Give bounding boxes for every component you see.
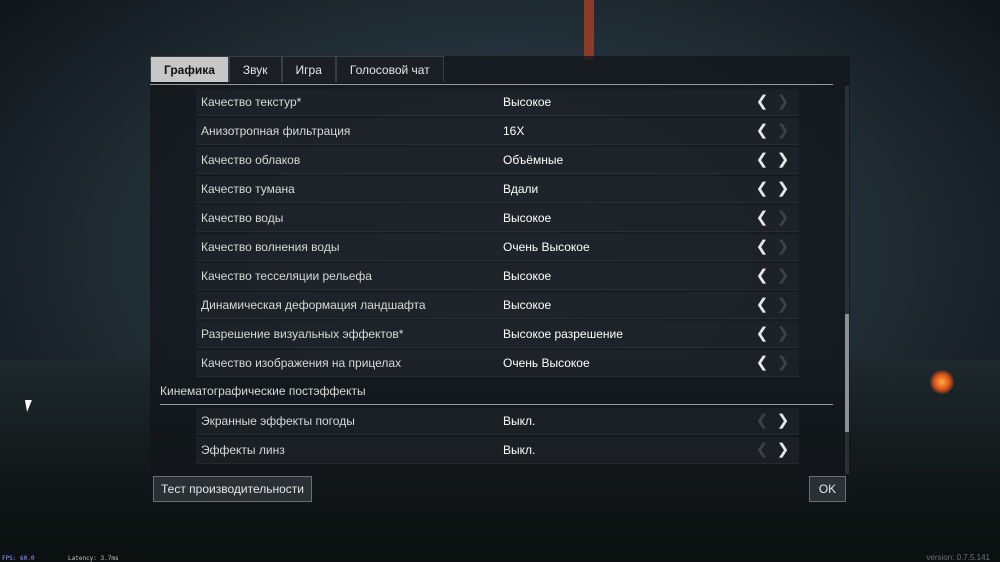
tab-game[interactable]: Игра — [281, 56, 336, 82]
chevron-right-icon: ❯ — [776, 122, 790, 139]
setting-value: Высокое — [503, 211, 552, 225]
campfire — [930, 370, 954, 394]
tab-sound[interactable]: Звук — [228, 56, 282, 82]
setting-label: Качество текстур* — [201, 95, 302, 109]
setting-row-p1[interactable]: Эффекты линз Выкл. ❮ ❯ — [196, 437, 799, 464]
chevron-right-icon: ❯ — [776, 238, 790, 255]
section-divider — [160, 404, 833, 405]
setting-row-g6[interactable]: Качество тесселяции рельефа Высокое ❮ ❯ — [196, 263, 799, 290]
chevron-left-icon: ❮ — [755, 441, 769, 458]
chevron-left-icon[interactable]: ❮ — [753, 208, 771, 228]
setting-value: Высокое — [503, 298, 552, 312]
setting-row-g7[interactable]: Динамическая деформация ландшафта Высокое… — [196, 292, 799, 319]
setting-label: Разрешение визуальных эффектов* — [201, 327, 404, 341]
setting-label: Качество волнения воды — [201, 240, 340, 254]
setting-value: Вдали — [503, 182, 539, 196]
chevron-right-icon: ❯ — [776, 93, 790, 110]
setting-label: Качество изображения на прицелах — [201, 356, 402, 370]
setting-row-g2[interactable]: Качество облаков Объёмные ❮ ❯ — [196, 147, 799, 174]
setting-value: Высокое разрешение — [503, 327, 623, 341]
tab-bar: Графика Звук Игра Голосовой чат — [150, 56, 444, 82]
fps-counter: FPS: 60.0 — [2, 555, 35, 562]
chevron-right-icon: ❯ — [776, 354, 790, 371]
scrollbar-thumb[interactable] — [845, 314, 849, 432]
chevron-left-icon[interactable]: ❮ — [753, 179, 771, 199]
setting-row-g1[interactable]: Анизотропная фильтрация 16X ❮ ❯ — [196, 118, 799, 145]
chevron-right-icon[interactable]: ❯ — [774, 440, 792, 460]
setting-label: Анизотропная фильтрация — [201, 124, 351, 138]
chevron-left-icon[interactable]: ❮ — [753, 121, 771, 141]
setting-row-g3[interactable]: Качество тумана Вдали ❮ ❯ — [196, 176, 799, 203]
chevron-left-icon[interactable]: ❮ — [753, 150, 771, 170]
chevron-right-icon[interactable]: ❯ — [774, 179, 792, 199]
setting-label: Качество тесселяции рельефа — [201, 269, 372, 283]
ok-button[interactable]: OK — [809, 476, 846, 502]
section-title: Кинематографические постэффекты — [160, 384, 366, 398]
version-label: version: 0.7.5.141 — [926, 553, 990, 562]
chevron-left-icon: ❮ — [755, 412, 769, 429]
chevron-right-icon: ❯ — [776, 325, 790, 342]
chevron-left-icon[interactable]: ❮ — [753, 92, 771, 112]
setting-value: Высокое — [503, 269, 552, 283]
setting-value: Очень Высокое — [503, 356, 590, 370]
chevron-right-icon: ❯ — [776, 267, 790, 284]
chevron-left-icon[interactable]: ❮ — [753, 353, 771, 373]
setting-row-g0[interactable]: Качество текстур* Высокое ❮ ❯ — [196, 89, 799, 116]
tab-divider — [150, 84, 833, 85]
chevron-left-icon[interactable]: ❮ — [753, 266, 771, 286]
setting-value: Высокое — [503, 95, 552, 109]
setting-value: Очень Высокое — [503, 240, 590, 254]
setting-row-g5[interactable]: Качество волнения воды Очень Высокое ❮ ❯ — [196, 234, 799, 261]
chevron-right-icon: ❯ — [776, 209, 790, 226]
setting-row-g8[interactable]: Разрешение визуальных эффектов* Высокое р… — [196, 321, 799, 348]
setting-label: Эффекты линз — [201, 443, 285, 457]
chevron-right-icon[interactable]: ❯ — [774, 150, 792, 170]
setting-label: Качество облаков — [201, 153, 301, 167]
tab-graphics[interactable]: Графика — [150, 56, 229, 82]
setting-value: Объёмные — [503, 153, 564, 167]
setting-row-p0[interactable]: Экранные эффекты погоды Выкл. ❮ ❯ — [196, 408, 799, 435]
chevron-left-icon[interactable]: ❮ — [753, 324, 771, 344]
setting-row-g4[interactable]: Качество воды Высокое ❮ ❯ — [196, 205, 799, 232]
chevron-left-icon[interactable]: ❮ — [753, 237, 771, 257]
flag-pole — [584, 0, 594, 60]
setting-value: 16X — [503, 124, 525, 138]
latency-counter: Latency: 3.7ms — [68, 555, 119, 562]
settings-dialog: Графика Звук Игра Голосовой чат Качество… — [150, 56, 850, 506]
setting-label: Экранные эффекты погоды — [201, 414, 355, 428]
setting-value: Выкл. — [503, 414, 536, 428]
tab-voice-chat[interactable]: Голосовой чат — [335, 56, 444, 82]
setting-label: Качество тумана — [201, 182, 295, 196]
setting-label: Динамическая деформация ландшафта — [201, 298, 426, 312]
setting-value: Выкл. — [503, 443, 536, 457]
chevron-right-icon[interactable]: ❯ — [774, 411, 792, 431]
settings-list: Качество текстур* Высокое ❮ ❯ Анизотропная ф… — [150, 86, 840, 474]
setting-label: Качество воды — [201, 211, 284, 225]
chevron-left-icon[interactable]: ❮ — [753, 295, 771, 315]
setting-row-g9[interactable]: Качество изображения на прицелах Очень Вы… — [196, 350, 799, 377]
benchmark-button[interactable]: Тест производительности — [153, 476, 312, 502]
chevron-right-icon: ❯ — [776, 296, 790, 313]
